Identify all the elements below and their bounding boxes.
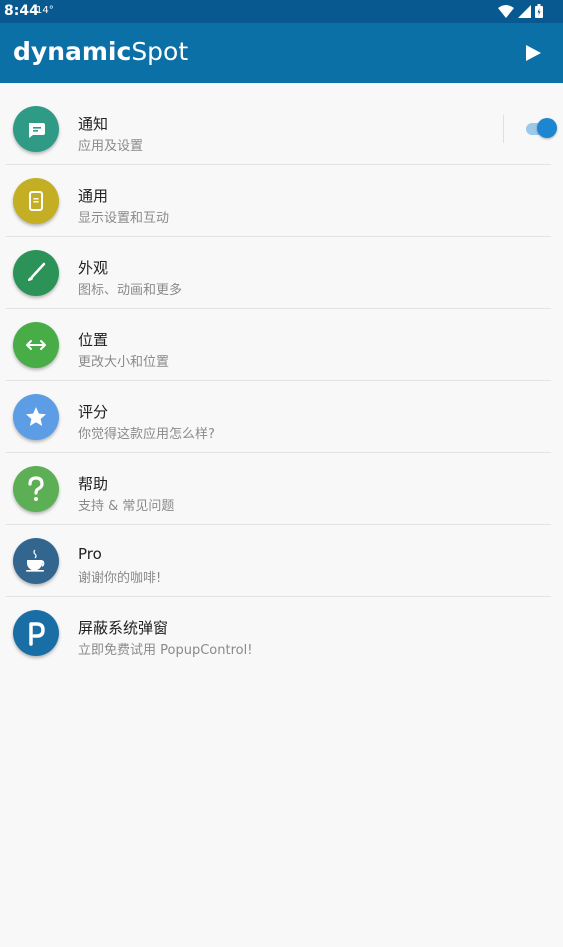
- item-subtitle: 应用及设置: [78, 139, 144, 154]
- status-bar: 8:44 14°: [0, 0, 563, 23]
- status-time: 8:44: [4, 3, 39, 19]
- chat-icon: [13, 106, 59, 152]
- list-item-rate[interactable]: 评分 你觉得这款应用怎么样?: [0, 381, 563, 453]
- item-title: 外观: [78, 259, 109, 277]
- list-item-help[interactable]: 帮助 支持 & 常见问题: [0, 453, 563, 525]
- item-subtitle: 更改大小和位置: [78, 355, 170, 370]
- settings-list: 通知 应用及设置 通用 显示设置和互动 外观 图标、动画和更多 位置 更改大小和…: [0, 93, 563, 669]
- list-item-popupcontrol[interactable]: 屏蔽系统弹窗 立即免费试用 PopupControl!: [0, 597, 563, 669]
- item-subtitle: 你觉得这款应用怎么样?: [78, 427, 215, 442]
- item-title: 位置: [78, 331, 109, 349]
- status-temperature: 14°: [36, 5, 54, 16]
- wifi-icon: [498, 4, 514, 18]
- app-title: dynamicSpot: [13, 37, 188, 66]
- phone-icon: [13, 178, 59, 224]
- item-subtitle: 图标、动画和更多: [78, 283, 183, 298]
- arrows-horizontal-icon: [13, 322, 59, 368]
- battery-icon: [535, 4, 543, 18]
- item-title: 通知: [78, 115, 109, 133]
- list-item-position[interactable]: 位置 更改大小和位置: [0, 309, 563, 381]
- item-title: 屏蔽系统弹窗: [78, 619, 169, 637]
- list-item-appearance[interactable]: 外观 图标、动画和更多: [0, 237, 563, 309]
- play-icon[interactable]: [523, 43, 543, 63]
- item-title: 通用: [78, 187, 109, 205]
- item-title: 帮助: [78, 475, 109, 493]
- item-title: Pro: [78, 545, 102, 563]
- cell-signal-icon: [518, 4, 531, 18]
- brush-icon: [13, 250, 59, 296]
- toggle-divider: [503, 115, 504, 143]
- item-subtitle: 显示设置和互动: [78, 211, 170, 226]
- coffee-cup-icon: [13, 538, 59, 584]
- item-subtitle: 立即免费试用 PopupControl!: [78, 643, 253, 658]
- app-title-light: Spot: [131, 37, 189, 66]
- star-icon: [13, 394, 59, 440]
- list-item-pro[interactable]: Pro 谢谢你的咖啡!: [0, 525, 563, 597]
- item-subtitle: 支持 & 常见问题: [78, 499, 175, 514]
- app-bar: dynamicSpot: [0, 23, 563, 83]
- notifications-toggle[interactable]: [526, 118, 557, 138]
- popupcontrol-logo-icon: [13, 610, 59, 656]
- list-item-general[interactable]: 通用 显示设置和互动: [0, 165, 563, 237]
- question-icon: [13, 466, 59, 512]
- app-title-bold: dynamic: [13, 37, 132, 66]
- item-subtitle: 谢谢你的咖啡!: [78, 571, 162, 586]
- item-title: 评分: [78, 403, 109, 421]
- list-item-notifications[interactable]: 通知 应用及设置: [0, 93, 563, 165]
